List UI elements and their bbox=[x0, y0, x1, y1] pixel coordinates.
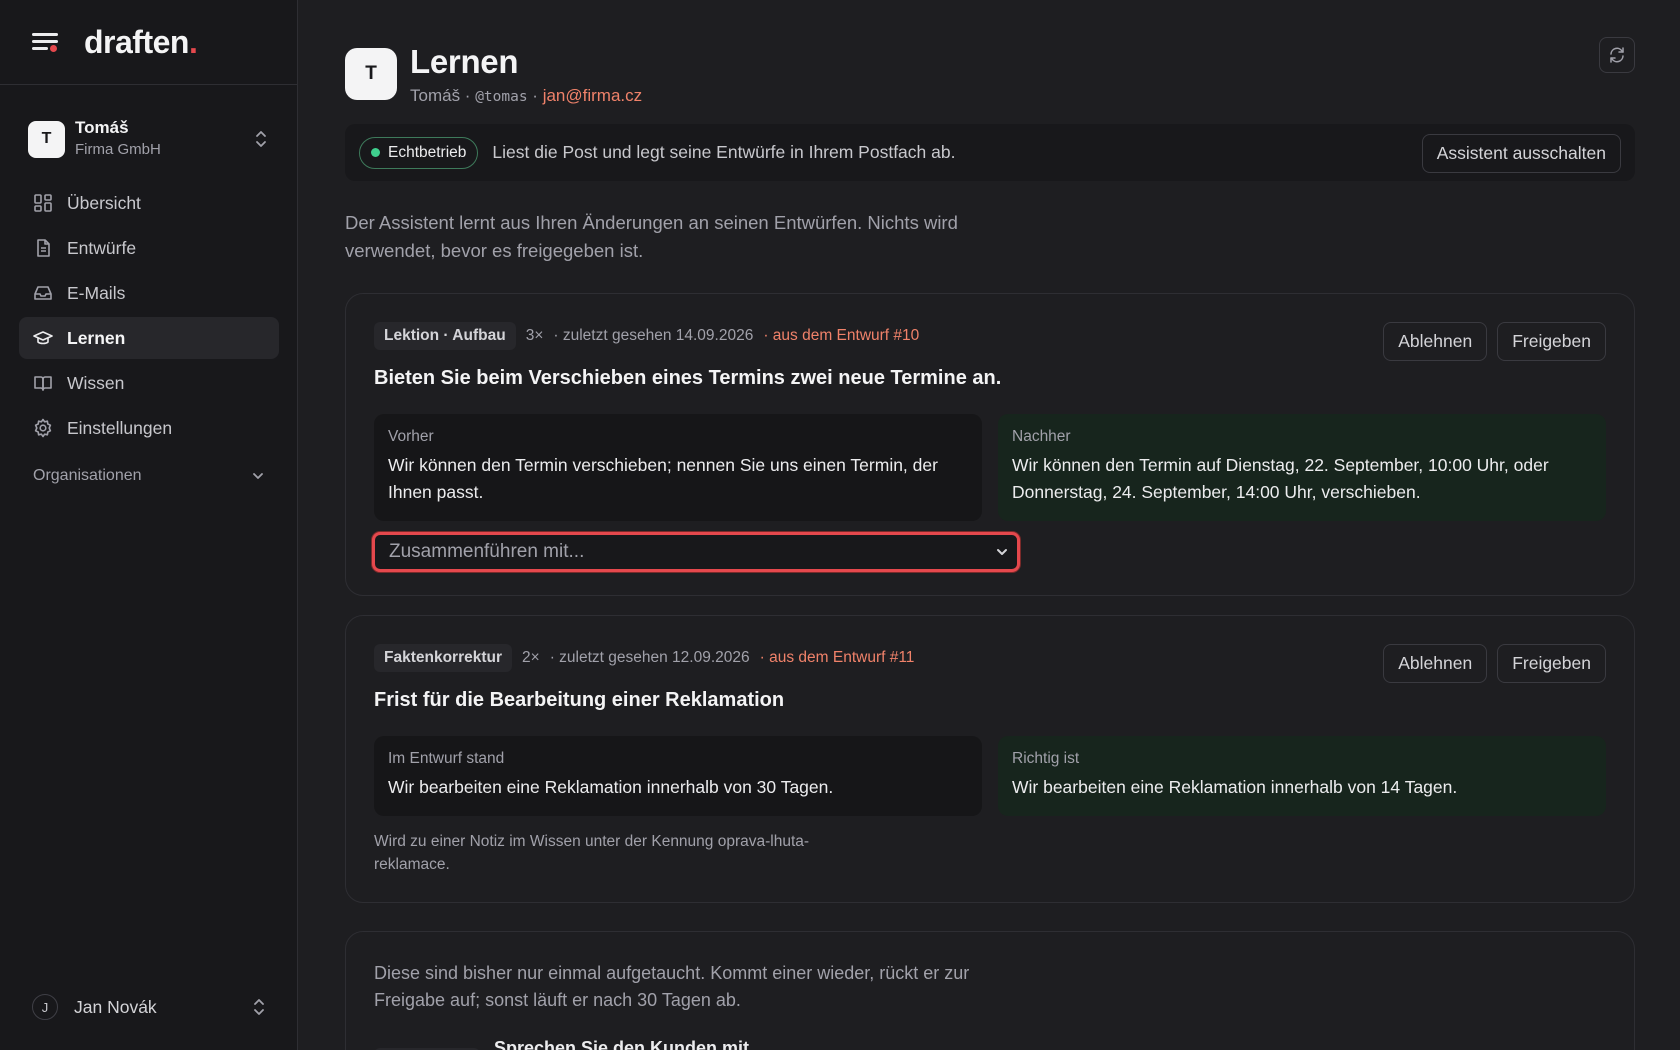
sidebar-item-lernen[interactable]: Lernen bbox=[19, 317, 279, 359]
fact-correction-card: Faktenkorrektur 2× · zuletzt gesehen 12.… bbox=[345, 615, 1635, 903]
inbox-icon bbox=[34, 286, 52, 300]
account-avatar: T bbox=[28, 120, 65, 158]
book-icon bbox=[34, 376, 52, 391]
sidebar-item-wissen[interactable]: Wissen bbox=[19, 362, 279, 404]
user-menu[interactable]: J Jan Novák bbox=[32, 994, 268, 1020]
refresh-icon bbox=[1610, 47, 1624, 63]
assistant-avatar: T bbox=[345, 48, 397, 100]
lesson-source-link[interactable]: · aus dem Entwurf #11 bbox=[760, 649, 915, 667]
after-text: Wir können den Termin auf Dienstag, 22. … bbox=[1012, 455, 1549, 502]
menu-icon[interactable] bbox=[32, 31, 60, 53]
lesson-source-link[interactable]: · aus dem Entwurf #10 bbox=[763, 327, 919, 345]
lesson-count: 3× bbox=[525, 327, 544, 344]
pending-info-text: Diese sind bisher nur einmal aufgetaucht… bbox=[374, 963, 970, 1010]
sidebar-item-label: Einstellungen bbox=[67, 417, 173, 438]
status-badge: Echtbetrieb bbox=[359, 136, 479, 169]
merge-select[interactable]: Zusammenführen mit... bbox=[372, 532, 1020, 572]
chevron-down-icon bbox=[997, 549, 1007, 555]
sidebar-item-uebersicht[interactable]: Übersicht bbox=[19, 182, 279, 224]
sidebar-item-einstellungen[interactable]: Einstellungen bbox=[19, 407, 279, 449]
sidebar-item-label: Lernen bbox=[67, 327, 126, 348]
lesson-type-tag: Faktenkorrektur bbox=[374, 644, 513, 672]
before-label: Im Entwurf stand bbox=[388, 750, 505, 767]
page-title: Lernen bbox=[410, 43, 519, 80]
chevron-down-icon bbox=[253, 473, 263, 479]
page-header: T Lernen Tomáš · @tomas · jan@firma.cz bbox=[345, 42, 642, 106]
refresh-button[interactable] bbox=[1599, 37, 1635, 73]
sidebar-item-emails[interactable]: E-Mails bbox=[19, 272, 279, 314]
lesson-meta: Faktenkorrektur 2× · zuletzt gesehen 12.… bbox=[374, 644, 914, 672]
before-text: Wir bearbeiten eine Reklamation innerhal… bbox=[388, 777, 834, 797]
user-name: Jan Novák bbox=[74, 996, 157, 1017]
before-label: Vorher bbox=[388, 428, 434, 445]
lesson-last-seen: · zuletzt gesehen 12.09.2026 bbox=[549, 649, 750, 666]
gear-icon bbox=[34, 418, 52, 438]
main-content: T Lernen Tomáš · @tomas · jan@firma.cz E… bbox=[345, 0, 1635, 1050]
sidebar-item-label: E-Mails bbox=[67, 282, 126, 303]
page-subtitle: Tomáš · @tomas · jan@firma.cz bbox=[410, 85, 643, 105]
approve-button[interactable]: Freigeben bbox=[1497, 322, 1606, 361]
document-icon bbox=[37, 239, 50, 257]
account-switcher[interactable]: T Tomáš Firma GmbH bbox=[28, 115, 270, 163]
sidebar-item-label: Entwürfe bbox=[67, 237, 137, 258]
lesson-last-seen: · zuletzt gesehen 14.09.2026 bbox=[553, 327, 754, 344]
organizations-label: Organisationen bbox=[33, 467, 142, 484]
logo[interactable]: draften. bbox=[84, 24, 198, 61]
live-dot-icon bbox=[371, 148, 380, 157]
knowledge-note: Wird zu einer Notiz im Wissen unter der … bbox=[374, 833, 810, 873]
intro-text: Der Assistent lernt aus Ihren Änderungen… bbox=[345, 212, 958, 261]
sidebar-item-label: Wissen bbox=[67, 372, 125, 393]
after-label: Richtig ist bbox=[1012, 750, 1080, 767]
sidebar: draften. T Tomáš Firma GmbH Übersicht En… bbox=[0, 0, 298, 1050]
dashboard-icon bbox=[34, 194, 52, 212]
chevron-updown-icon bbox=[256, 131, 266, 147]
graduation-cap-icon bbox=[33, 331, 53, 345]
lesson-count: 2× bbox=[522, 649, 540, 666]
lesson-title: Frist für die Bearbeitung einer Reklamat… bbox=[374, 689, 785, 711]
approve-button[interactable]: Freigeben bbox=[1497, 644, 1606, 683]
reject-button[interactable]: Ablehnen bbox=[1383, 644, 1488, 683]
user-avatar: J bbox=[32, 994, 58, 1020]
reject-button[interactable]: Ablehnen bbox=[1383, 322, 1488, 361]
assistant-email[interactable]: jan@firma.cz bbox=[543, 86, 642, 105]
chevron-updown-icon bbox=[254, 999, 264, 1015]
brand-bar: draften. bbox=[0, 0, 297, 85]
pending-lesson-row: Sprechen Sie den Kunden mit bbox=[374, 1038, 749, 1050]
assistant-status-bar: Echtbetrieb Liest die Post und legt sein… bbox=[345, 124, 1635, 181]
after-text: Wir bearbeiten eine Reklamation innerhal… bbox=[1012, 777, 1458, 797]
pending-lessons-card: Diese sind bisher nur einmal aufgetaucht… bbox=[345, 931, 1635, 1050]
before-text: Wir können den Termin verschieben; nenne… bbox=[388, 455, 938, 502]
assistant-handle: @tomas bbox=[475, 88, 528, 105]
status-text: Liest die Post und legt seine Entwürfe i… bbox=[492, 142, 956, 162]
disable-assistant-button[interactable]: Assistent ausschalten bbox=[1421, 134, 1621, 173]
sidebar-nav: Übersicht Entwürfe E-Mails Lernen Wissen… bbox=[19, 182, 279, 452]
lesson-card: Lektion · Aufbau 3× · zuletzt gesehen 14… bbox=[345, 293, 1635, 596]
lesson-type-tag: Lektion · Aufbau bbox=[374, 322, 516, 350]
account-name: Tomáš bbox=[75, 118, 129, 138]
sidebar-item-label: Übersicht bbox=[67, 192, 141, 213]
after-box: Richtig ist Wir bearbeiten eine Reklamat… bbox=[998, 736, 1606, 816]
lesson-title: Bieten Sie beim Verschieben eines Termin… bbox=[374, 367, 1002, 389]
pending-lesson-title: Sprechen Sie den Kunden mit bbox=[494, 1038, 750, 1050]
merge-select-value: Zusammenführen mit... bbox=[389, 541, 585, 562]
after-label: Nachher bbox=[1012, 428, 1071, 445]
before-box: Im Entwurf stand Wir bearbeiten eine Rek… bbox=[374, 736, 982, 816]
organizations-toggle[interactable]: Organisationen bbox=[33, 467, 265, 485]
sidebar-item-entwuerfe[interactable]: Entwürfe bbox=[19, 227, 279, 269]
before-box: Vorher Wir können den Termin verschieben… bbox=[374, 414, 982, 521]
account-org: Firma GmbH bbox=[75, 141, 161, 159]
after-box: Nachher Wir können den Termin auf Dienst… bbox=[998, 414, 1606, 521]
lesson-meta: Lektion · Aufbau 3× · zuletzt gesehen 14… bbox=[374, 322, 919, 350]
